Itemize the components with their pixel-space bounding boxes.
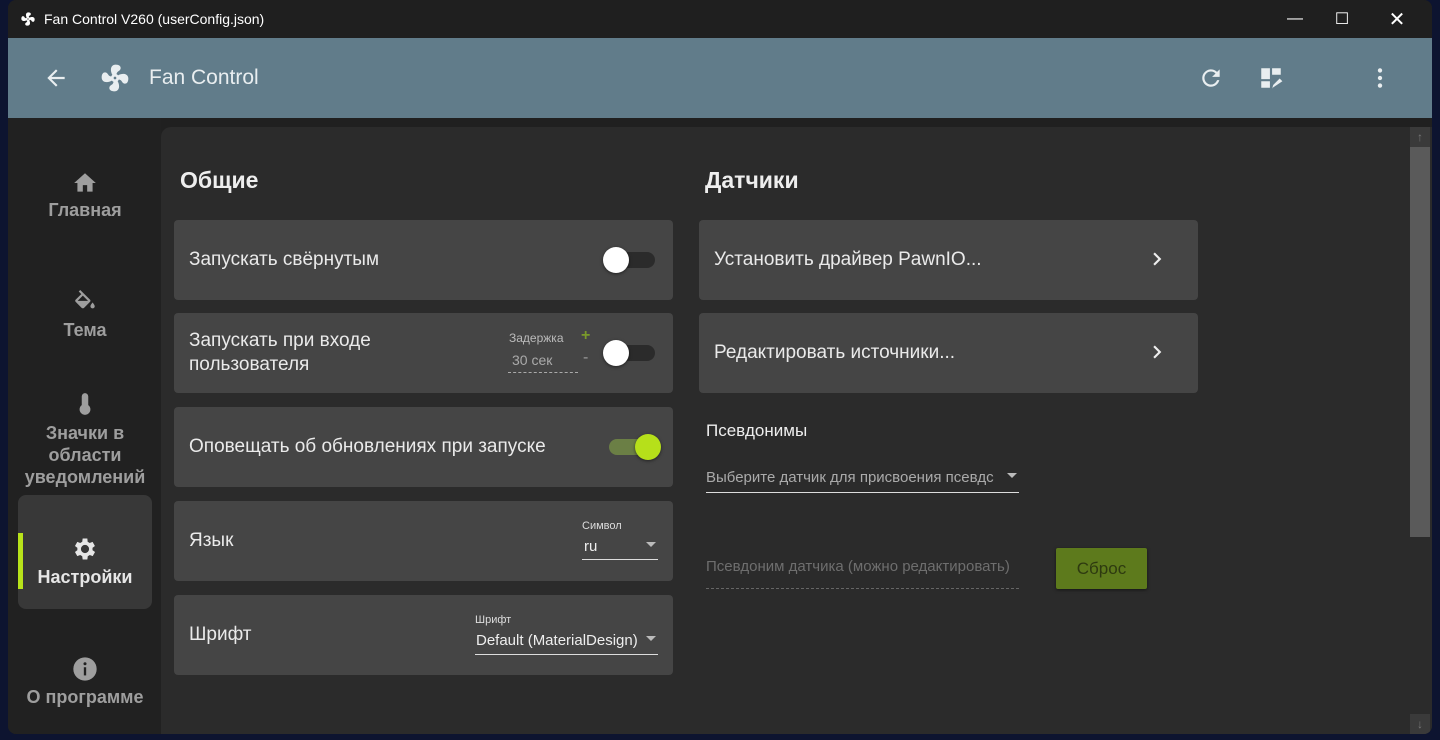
start-login-card: Запускать при входе пользователя Задержк… <box>174 313 673 393</box>
start-login-toggle[interactable] <box>603 340 655 366</box>
sidebar-item-settings[interactable]: Настройки <box>18 495 152 609</box>
scroll-up-button[interactable]: ↑ <box>1410 127 1430 147</box>
scroll-thumb[interactable] <box>1410 147 1430 537</box>
reset-button[interactable]: Сброс <box>1056 548 1147 589</box>
settings-content: Общие Запускать свёрнутым Запускать при … <box>161 127 1411 734</box>
chevron-down-icon <box>646 636 656 641</box>
sidebar: Главная Тема Значки в области уведомлени… <box>8 118 161 734</box>
scroll-down-button[interactable]: ↓ <box>1410 714 1430 734</box>
general-heading: Общие <box>180 167 259 193</box>
delay-increase-button[interactable]: + <box>581 327 590 345</box>
sensors-heading: Датчики <box>705 167 799 193</box>
window-title: Fan Control V260 (userConfig.json) <box>44 11 265 27</box>
chevron-right-icon <box>1153 345 1162 359</box>
gear-icon <box>74 538 96 560</box>
sidebar-item-theme[interactable]: Тема <box>18 290 152 360</box>
maximize-button[interactable]: ☐ <box>1319 0 1365 38</box>
delay-input[interactable]: 30 сек <box>508 350 578 373</box>
refresh-icon[interactable] <box>1195 62 1227 94</box>
back-arrow-icon[interactable] <box>40 62 72 94</box>
alias-input[interactable]: Псевдоним датчика (можно редактировать) <box>706 558 1019 589</box>
install-driver-button[interactable]: Установить драйвер PawnIO... <box>699 220 1198 300</box>
chevron-right-icon <box>1153 252 1162 266</box>
paint-bucket-icon <box>75 290 95 309</box>
title-bar: Fan Control V260 (userConfig.json) — ☐ ✕ <box>8 0 1432 38</box>
edit-sources-button[interactable]: Редактировать источники... <box>699 313 1198 393</box>
dashboard-edit-icon[interactable] <box>1255 62 1287 94</box>
app-bar: Fan Control <box>8 38 1432 118</box>
sidebar-item-home[interactable]: Главная <box>18 170 152 240</box>
start-minimized-toggle[interactable] <box>603 247 655 273</box>
notify-updates-card: Оповещать об обновлениях при запуске <box>174 407 673 487</box>
close-button[interactable]: ✕ <box>1374 0 1420 38</box>
minimize-button[interactable]: — <box>1272 0 1318 38</box>
home-icon <box>74 173 96 192</box>
language-card: Язык Символ ru <box>174 501 673 581</box>
delay-decrease-button[interactable]: - <box>583 349 588 367</box>
aliases-heading: Псевдонимы <box>706 421 808 440</box>
fan-icon <box>21 12 35 26</box>
notify-updates-toggle[interactable] <box>609 434 661 460</box>
info-icon <box>73 657 97 681</box>
active-indicator <box>18 533 23 589</box>
sidebar-item-tray-icons[interactable]: Значки в области уведомлений <box>18 390 152 490</box>
app-title: Fan Control <box>149 66 259 89</box>
font-select[interactable]: Шрифт Default (MaterialDesign) <box>475 614 658 655</box>
more-vert-icon[interactable] <box>1364 62 1396 94</box>
vertical-scrollbar[interactable]: ↑ ↓ <box>1410 127 1432 734</box>
fan-logo-icon <box>99 62 131 94</box>
chevron-down-icon <box>1007 473 1017 478</box>
sensor-select[interactable]: Выберите датчик для присвоения псевдс <box>706 467 1019 493</box>
start-minimized-card: Запускать свёрнутым <box>174 220 673 300</box>
sidebar-item-about[interactable]: О программе <box>18 655 152 725</box>
chevron-down-icon <box>646 542 656 547</box>
thermometer-icon <box>79 393 91 415</box>
font-card: Шрифт Шрифт Default (MaterialDesign) <box>174 595 673 675</box>
language-select[interactable]: Символ ru <box>582 520 658 560</box>
app-window: Fan Control V260 (userConfig.json) — ☐ ✕… <box>8 0 1432 734</box>
